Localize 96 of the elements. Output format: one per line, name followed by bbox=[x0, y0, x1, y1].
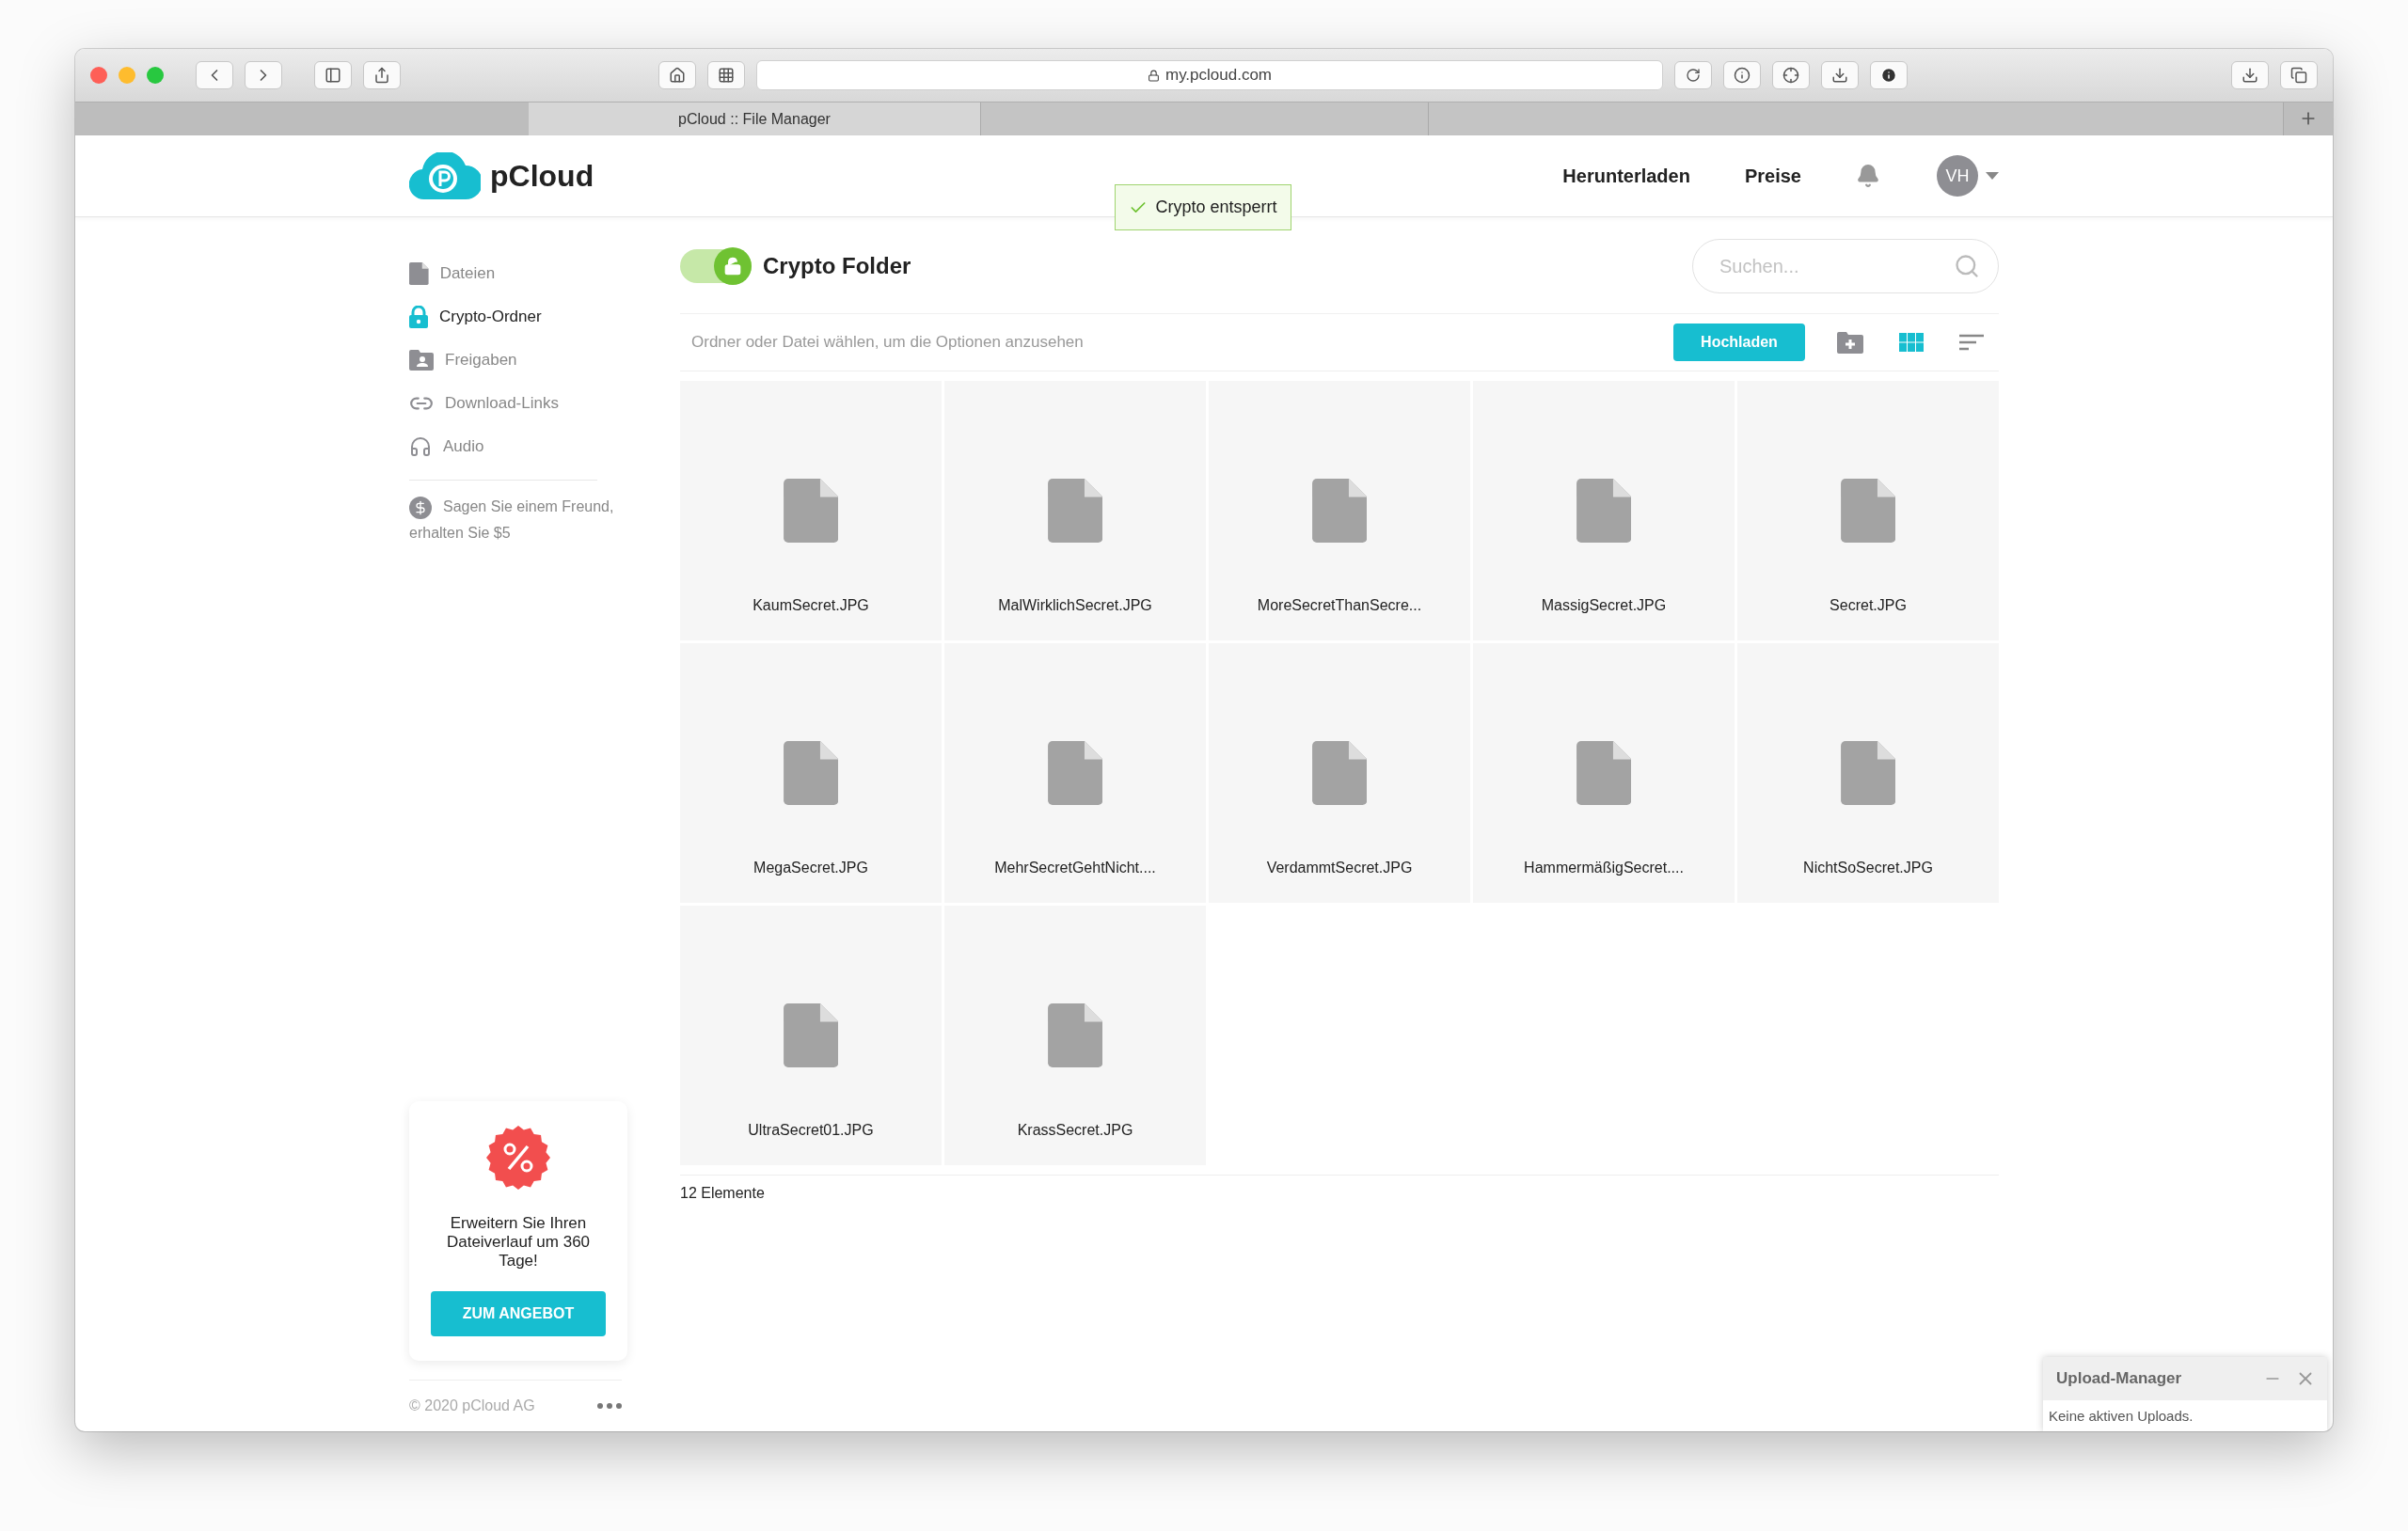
close-window-button[interactable] bbox=[90, 67, 107, 84]
sidebar-item[interactable]: Crypto-Ordner bbox=[409, 295, 635, 339]
address-bar[interactable]: my.pcloud.com bbox=[756, 60, 1663, 90]
file-icon bbox=[783, 741, 839, 805]
search-icon[interactable] bbox=[1954, 253, 1980, 279]
more-icon[interactable] bbox=[597, 1403, 622, 1409]
file-tile[interactable]: VerdammtSecret.JPG bbox=[1209, 643, 1470, 903]
file-icon bbox=[1047, 1003, 1103, 1067]
sidebar-icon bbox=[325, 67, 341, 84]
search-field[interactable]: Suchen... bbox=[1692, 239, 1999, 293]
file-name: KaumSecret.JPG bbox=[752, 597, 869, 614]
info-icon bbox=[1734, 67, 1751, 84]
file-icon bbox=[1311, 741, 1368, 805]
info-button[interactable] bbox=[1723, 61, 1761, 89]
crosshair-button[interactable] bbox=[1772, 61, 1810, 89]
sort-icon bbox=[1959, 334, 1984, 351]
file-name: Secret.JPG bbox=[1830, 597, 1907, 614]
file-tile[interactable]: MehrSecretGehtNicht.... bbox=[944, 643, 1206, 903]
file-tile[interactable]: MegaSecret.JPG bbox=[680, 643, 942, 903]
file-tile[interactable]: KaumSecret.JPG bbox=[680, 381, 942, 640]
cloud-logo-icon bbox=[409, 152, 481, 199]
reload-icon bbox=[1686, 68, 1701, 83]
file-name: MehrSecretGehtNicht.... bbox=[994, 860, 1156, 876]
tabs-button[interactable] bbox=[2280, 61, 2318, 89]
file-icon bbox=[1840, 741, 1896, 805]
toast-text: Crypto entsperrt bbox=[1155, 197, 1277, 217]
reload-button[interactable] bbox=[1674, 61, 1712, 89]
tabs-icon bbox=[2290, 67, 2307, 84]
file-tile[interactable]: KrassSecret.JPG bbox=[944, 906, 1206, 1165]
grid-button[interactable] bbox=[707, 61, 745, 89]
folder-title: Crypto Folder bbox=[763, 253, 911, 279]
file-tile[interactable]: NichtSoSecret.JPG bbox=[1737, 643, 1999, 903]
item-count: 12 Elemente bbox=[680, 1175, 1999, 1202]
file-tile[interactable]: MalWirklichSecret.JPG bbox=[944, 381, 1206, 640]
shared-folder-icon bbox=[409, 350, 434, 371]
file-icon bbox=[1576, 741, 1632, 805]
file-name: VerdammtSecret.JPG bbox=[1266, 860, 1413, 876]
sidebar-item[interactable]: Freigaben bbox=[409, 339, 635, 382]
file-name: MalWirklichSecret.JPG bbox=[998, 597, 1152, 614]
file-icon bbox=[783, 1003, 839, 1067]
lock-icon bbox=[409, 306, 428, 328]
crosshair-icon bbox=[1782, 67, 1799, 84]
file-icon bbox=[1047, 741, 1103, 805]
file-name: MassigSecret.JPG bbox=[1541, 597, 1667, 614]
upload-status: Keine aktiven Uploads. bbox=[2048, 1407, 2194, 1426]
download-button[interactable] bbox=[2231, 61, 2269, 89]
open-lock-icon bbox=[723, 257, 742, 276]
file-name: UltraSecret01.JPG bbox=[748, 1122, 874, 1139]
upload-manager-title: Upload-Manager bbox=[2056, 1369, 2182, 1388]
zoom-window-button[interactable] bbox=[147, 67, 164, 84]
browser-tab[interactable]: pCloud :: File Manager bbox=[529, 103, 981, 135]
sidebar-item[interactable]: Download-Links bbox=[409, 382, 635, 425]
download-icon bbox=[2242, 67, 2258, 84]
lock-icon bbox=[1147, 69, 1160, 82]
share-button[interactable] bbox=[363, 61, 401, 89]
download-icon bbox=[1831, 67, 1848, 84]
home-icon bbox=[669, 67, 686, 84]
headphones-icon bbox=[409, 435, 432, 458]
file-tile[interactable]: HammermäßigSecret.... bbox=[1473, 643, 1735, 903]
logo-text: pCloud bbox=[490, 158, 594, 194]
file-icon bbox=[783, 479, 839, 543]
sidebar-button[interactable] bbox=[314, 61, 352, 89]
download-box-button[interactable] bbox=[1821, 61, 1859, 89]
grid-icon bbox=[718, 67, 735, 84]
file-tile[interactable]: Secret.JPG bbox=[1737, 381, 1999, 640]
file-icon bbox=[1047, 479, 1103, 543]
file-name: MegaSecret.JPG bbox=[753, 860, 868, 876]
nav-link[interactable]: Preise bbox=[1744, 165, 1801, 187]
file-name: NichtSoSecret.JPG bbox=[1803, 860, 1933, 876]
home-button[interactable] bbox=[658, 61, 696, 89]
caret-icon[interactable] bbox=[1986, 172, 1999, 180]
grid-icon bbox=[1899, 333, 1924, 352]
file-name: HammermäßigSecret.... bbox=[1524, 860, 1684, 876]
copyright-text: © 2020 pCloud AG bbox=[409, 1397, 535, 1414]
file-name: KrassSecret.JPG bbox=[1017, 1122, 1133, 1139]
file-name: MoreSecretThanSecre... bbox=[1257, 597, 1422, 614]
folder-plus-icon bbox=[1837, 331, 1863, 354]
sidebar-item[interactable]: Audio bbox=[409, 425, 635, 468]
share-icon bbox=[373, 67, 390, 84]
file-icon bbox=[1311, 479, 1368, 543]
alert-button[interactable] bbox=[1870, 61, 1908, 89]
file-icon bbox=[1840, 479, 1896, 543]
alert-icon bbox=[1880, 67, 1897, 84]
sidebar-item[interactable]: Dateien bbox=[409, 252, 635, 295]
discount-badge-icon bbox=[486, 1126, 550, 1190]
referral-text[interactable]: Sagen Sie einem Freund, erhalten Sie $5 bbox=[409, 494, 635, 546]
nav-link[interactable]: Herunterladen bbox=[1562, 165, 1690, 187]
crypto-toggle[interactable] bbox=[680, 249, 752, 283]
bell-icon[interactable] bbox=[1856, 164, 1880, 188]
file-icon bbox=[409, 262, 429, 285]
file-tile[interactable]: MassigSecret.JPG bbox=[1473, 381, 1735, 640]
file-tile[interactable]: MoreSecretThanSecre... bbox=[1209, 381, 1470, 640]
file-tile[interactable]: UltraSecret01.JPG bbox=[680, 906, 942, 1165]
hint-text: Ordner oder Datei wählen, um die Optionen anzusehen bbox=[691, 333, 1084, 352]
promo-text: Erweitern Sie Ihren Dateiverlauf um 360 Tage! bbox=[445, 1214, 592, 1271]
file-icon bbox=[1576, 479, 1632, 543]
